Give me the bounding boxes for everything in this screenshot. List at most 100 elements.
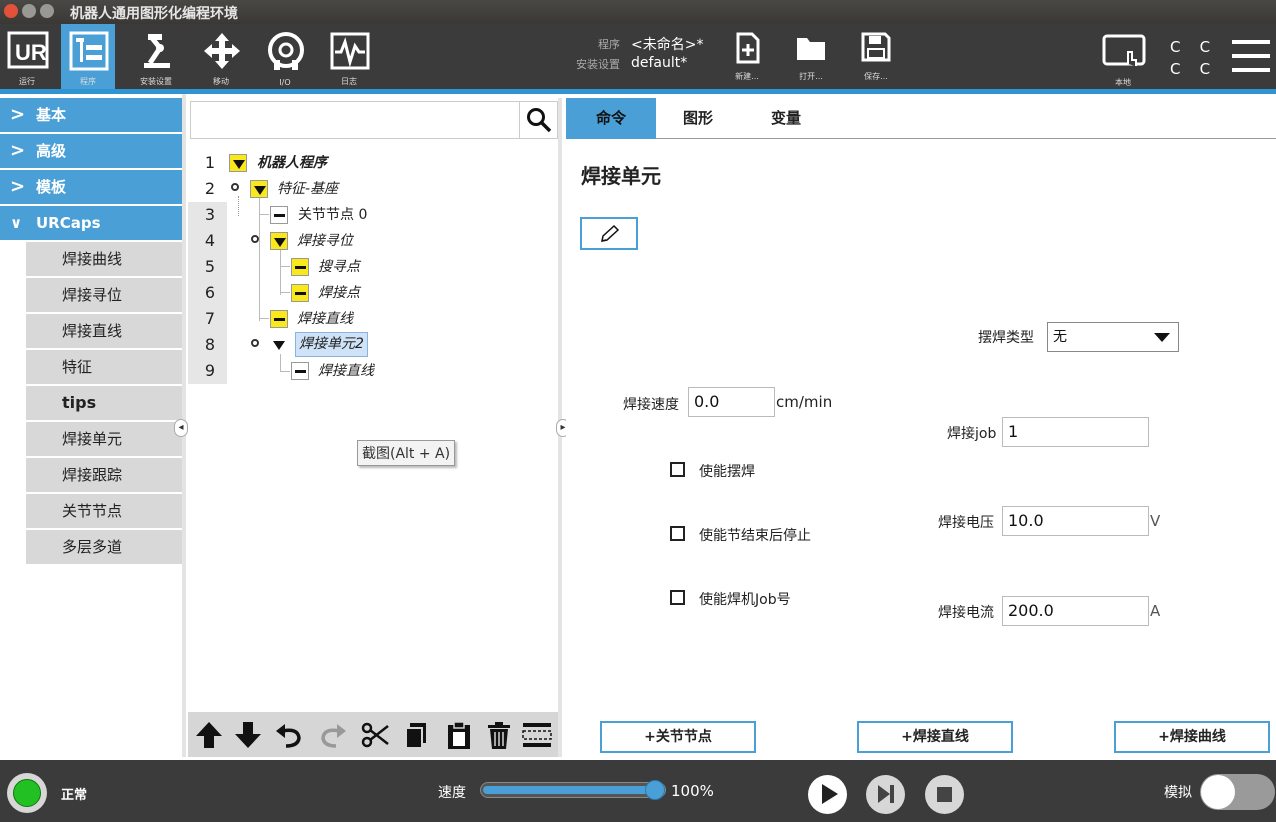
tree-node-feature-base[interactable]: 特征-基座 — [229, 178, 389, 200]
expand-triangle-icon — [270, 336, 288, 354]
suppress-line-icon[interactable] — [521, 720, 553, 750]
tree-search-box[interactable] — [190, 101, 558, 139]
nav-program[interactable]: 程序 — [61, 24, 115, 89]
line-number: 8 — [204, 335, 215, 354]
copy-icon[interactable] — [402, 720, 432, 750]
enable-job-number-label: 使能焊机Job号 — [699, 592, 791, 608]
log-waveform-icon — [330, 32, 370, 70]
move-arrows-icon — [204, 33, 240, 69]
maximize-window-button[interactable] — [40, 4, 54, 18]
weave-type-dropdown[interactable]: 无 — [1047, 322, 1179, 352]
hamburger-menu-icon[interactable] — [1232, 40, 1272, 74]
tab-command[interactable]: 命令 — [566, 98, 656, 139]
urcap-item[interactable]: 焊接寻位 — [26, 278, 182, 312]
urcap-item[interactable]: 焊接直线 — [26, 314, 182, 348]
urcap-item[interactable]: 特征 — [26, 350, 182, 384]
nav-io[interactable]: I/O — [258, 24, 312, 89]
weld-current-input[interactable]: 200.0 — [1002, 596, 1149, 626]
nav-log-label: 日志 — [341, 77, 357, 86]
tree-node-label: 焊接直线 — [297, 311, 353, 327]
tree-node-joint-0[interactable]: 关节节点 0 — [270, 204, 400, 226]
urcap-item-label: 焊接单元 — [62, 430, 123, 448]
pencil-edit-icon — [601, 224, 620, 242]
play-button[interactable] — [808, 775, 847, 814]
trash-delete-icon[interactable] — [484, 720, 514, 750]
paste-clipboard-icon[interactable] — [444, 720, 474, 750]
speed-slider[interactable] — [480, 780, 666, 800]
urcap-item[interactable]: 多层多道 — [26, 530, 182, 564]
urcap-item-label: 多层多道 — [62, 538, 123, 556]
add-weld-line-button[interactable]: +焊接直线 — [857, 721, 1013, 753]
tree-connector — [280, 249, 281, 295]
header-accent-bar — [0, 89, 1276, 94]
minimize-window-button[interactable] — [22, 4, 36, 18]
command-dash-icon — [270, 310, 288, 328]
speed-label: 速度 — [438, 785, 466, 801]
nav-installation[interactable]: 安装设置 — [129, 24, 183, 89]
urcap-item[interactable]: 焊接单元 — [26, 422, 182, 456]
enable-weave-checkbox[interactable] — [670, 462, 685, 477]
urcap-item-label: 特征 — [62, 358, 93, 376]
simulation-toggle[interactable] — [1200, 774, 1275, 810]
urcap-item[interactable]: tips — [26, 386, 182, 420]
weld-speed-input[interactable]: 0.0 — [688, 387, 775, 417]
urcap-item[interactable]: 关节节点 — [26, 494, 182, 528]
enable-job-number-checkbox[interactable] — [670, 590, 685, 605]
nav-log[interactable]: 日志 — [322, 24, 376, 89]
stop-button[interactable] — [925, 775, 964, 814]
tree-node-weld-point[interactable]: 焊接点 — [291, 282, 401, 304]
add-weld-curve-button[interactable]: +焊接曲线 — [1114, 721, 1270, 753]
play-icon — [822, 784, 838, 804]
tree-search-input[interactable] — [193, 104, 513, 136]
collapse-left-handle[interactable]: ◂ — [174, 419, 188, 437]
new-file-label: 新建... — [735, 72, 759, 81]
nav-run[interactable]: UR 运行 — [0, 24, 54, 89]
tree-node-weld-search[interactable]: 焊接寻位 — [249, 230, 389, 252]
move-up-arrow-icon[interactable] — [194, 720, 224, 750]
new-file-button[interactable]: 新建... — [722, 24, 772, 89]
tree-node-weld-line[interactable]: 焊接直线 — [270, 308, 400, 330]
window-title: 机器人通用图形化编程环境 — [70, 6, 238, 22]
add-joint-node-button[interactable]: +关节节点 — [600, 721, 756, 753]
undo-icon[interactable] — [274, 720, 304, 750]
rename-button[interactable] — [580, 217, 638, 250]
cc-char: C — [1170, 60, 1181, 78]
tree-node-search-point[interactable]: 搜寻点 — [291, 256, 401, 278]
tree-node-weld-unit-2-selected[interactable]: 焊接单元2 — [249, 332, 379, 357]
redo-icon[interactable] — [318, 720, 348, 750]
menu-category-templates[interactable]: > 模板 — [0, 170, 182, 204]
tree-node-weld-line-child[interactable]: 焊接直线 — [291, 360, 401, 382]
tab-variables[interactable]: 变量 — [742, 98, 830, 139]
menu-category-basic[interactable]: > 基本 — [0, 98, 182, 132]
open-file-button[interactable]: 打开... — [786, 24, 836, 89]
urcap-item[interactable]: 焊接曲线 — [26, 242, 182, 276]
search-button[interactable] — [519, 102, 557, 138]
scissors-cut-icon[interactable] — [360, 720, 390, 750]
stop-after-node-checkbox[interactable] — [670, 526, 685, 541]
urcap-item[interactable]: 焊接跟踪 — [26, 458, 182, 492]
step-button[interactable] — [866, 775, 905, 814]
robot-status-button[interactable] — [7, 773, 47, 813]
cc-char: C — [1199, 60, 1211, 78]
close-window-button[interactable] — [4, 4, 18, 18]
robot-status-text: 正常 — [61, 788, 88, 803]
installation-label: 安装设置 — [576, 58, 620, 71]
move-down-arrow-icon[interactable] — [233, 720, 263, 750]
weld-current-label: 焊接电流 — [938, 605, 994, 621]
tree-connector — [280, 371, 290, 372]
tab-graphics[interactable]: 图形 — [656, 98, 740, 139]
urcap-item-label: 焊接跟踪 — [62, 466, 123, 484]
weld-job-label: 焊接job — [947, 426, 997, 442]
nav-run-label: 运行 — [19, 77, 35, 86]
nav-move[interactable]: 移动 — [194, 24, 248, 89]
local-control-button[interactable]: 本地 — [1098, 24, 1148, 89]
weld-job-input[interactable]: 1 — [1002, 417, 1149, 447]
menu-category-advanced[interactable]: > 高级 — [0, 134, 182, 168]
weld-voltage-input[interactable]: 10.0 — [1002, 506, 1149, 536]
menu-category-label: 高级 — [36, 142, 67, 160]
save-file-button[interactable]: 保存... — [851, 24, 901, 89]
menu-category-urcaps[interactable]: ∨ URCaps — [0, 206, 182, 240]
speed-slider-handle[interactable] — [645, 780, 665, 800]
tree-connector — [280, 292, 290, 293]
bottom-status-bar: 正常 速度 100% 模拟 — [0, 760, 1276, 822]
